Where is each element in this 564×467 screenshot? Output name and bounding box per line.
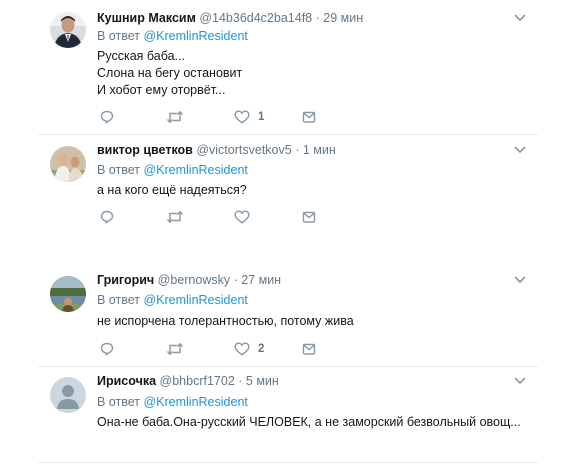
tweet-header: Кушнир Максим @14b36d4c2ba14f8 · 29 мин xyxy=(97,10,363,26)
tweet: виктор цветков @victortsvetkov5 · 1 мин … xyxy=(0,135,564,260)
heart-icon xyxy=(234,110,250,124)
retweet-icon xyxy=(166,110,184,124)
reply-context: В ответ @KremlinResident xyxy=(97,162,248,178)
reply-prefix: В ответ xyxy=(97,163,140,177)
avatar[interactable] xyxy=(50,276,86,312)
username[interactable]: @14b36d4c2ba14f8 xyxy=(199,11,312,25)
tweet: Григорич @bernowsky · 27 мин В ответ @Kr… xyxy=(0,266,564,366)
tweet-text-line: а на кого ещё надеяться? xyxy=(97,183,247,197)
chevron-down-icon[interactable] xyxy=(514,13,526,23)
envelope-icon xyxy=(302,343,316,355)
default-avatar-icon xyxy=(50,377,86,413)
avatar-photo xyxy=(50,146,86,182)
reply-context: В ответ @KremlinResident xyxy=(97,292,248,308)
heart-icon xyxy=(234,210,250,224)
reply-icon xyxy=(100,342,114,356)
tweet-text-line: Слона на бегу остановит xyxy=(97,66,243,80)
like-button[interactable]: 1 xyxy=(234,109,264,125)
retweet-button[interactable] xyxy=(166,209,184,225)
display-name[interactable]: виктор цветков xyxy=(97,143,193,157)
reply-prefix: В ответ xyxy=(97,395,140,409)
tweet-text-line: И хобот ему оторвёт... xyxy=(97,83,226,97)
direct-message-button[interactable] xyxy=(302,341,316,357)
tweet-text: не испорчена толерантностью, потому жива xyxy=(97,313,354,330)
username[interactable]: @bhbcrf1702 xyxy=(160,374,235,388)
username[interactable]: @bernowsky xyxy=(158,273,230,287)
reply-mention-link[interactable]: @KremlinResident xyxy=(143,395,247,409)
separator: · xyxy=(238,374,246,388)
like-button[interactable] xyxy=(234,209,250,225)
avatar[interactable] xyxy=(50,146,86,182)
chevron-down-icon[interactable] xyxy=(514,145,526,155)
tweet-text: Русская баба... Слона на бегу остановит … xyxy=(97,48,242,99)
chevron-down-icon[interactable] xyxy=(514,275,526,285)
retweet-button[interactable] xyxy=(166,109,184,125)
retweet-icon xyxy=(166,342,184,356)
timestamp[interactable]: 5 мин xyxy=(246,374,279,388)
heart-icon xyxy=(234,342,250,356)
reply-button[interactable] xyxy=(100,341,114,357)
tweet-text-line: Она-не баба.Она-русский ЧЕЛОВЕК, а не за… xyxy=(97,415,521,429)
reply-context: В ответ @KremlinResident xyxy=(97,394,248,410)
timestamp[interactable]: 27 мин xyxy=(241,273,281,287)
separator: · xyxy=(295,143,303,157)
reply-prefix: В ответ xyxy=(97,29,140,43)
tweet-header: Григорич @bernowsky · 27 мин xyxy=(97,272,281,288)
direct-message-button[interactable] xyxy=(302,209,316,225)
reply-context: В ответ @KremlinResident xyxy=(97,28,248,44)
reply-mention-link[interactable]: @KremlinResident xyxy=(143,293,247,307)
reply-prefix: В ответ xyxy=(97,293,140,307)
avatar[interactable] xyxy=(50,12,86,48)
reply-button[interactable] xyxy=(100,209,114,225)
avatar-photo xyxy=(50,276,86,312)
like-button[interactable]: 2 xyxy=(234,341,264,357)
envelope-icon xyxy=(302,211,316,223)
tweet-header: виктор цветков @victortsvetkov5 · 1 мин xyxy=(97,142,336,158)
tweet: Кушнир Максим @14b36d4c2ba14f8 · 29 мин … xyxy=(0,0,564,135)
username[interactable]: @victortsvetkov5 xyxy=(196,143,291,157)
reply-icon xyxy=(100,210,114,224)
display-name[interactable]: Григорич xyxy=(97,273,154,287)
tweet-text: а на кого ещё надеяться? xyxy=(97,182,247,199)
timestamp[interactable]: 29 мин xyxy=(323,11,363,25)
like-count: 1 xyxy=(258,111,265,123)
tweet: Ирисочка @bhbcrf1702 · 5 мин В ответ @Kr… xyxy=(0,367,564,467)
timestamp[interactable]: 1 мин xyxy=(303,143,336,157)
divider xyxy=(38,462,538,463)
display-name[interactable]: Кушнир Максим xyxy=(97,11,196,25)
reply-mention-link[interactable]: @KremlinResident xyxy=(143,163,247,177)
avatar[interactable] xyxy=(50,377,86,413)
tweet-text-line: не испорчена толерантностью, потому жива xyxy=(97,314,354,328)
avatar-photo xyxy=(50,12,86,48)
tweet-text: Она-не баба.Она-русский ЧЕЛОВЕК, а не за… xyxy=(97,414,521,431)
display-name[interactable]: Ирисочка xyxy=(97,374,156,388)
reply-icon xyxy=(100,110,114,124)
direct-message-button[interactable] xyxy=(302,109,316,125)
envelope-icon xyxy=(302,111,316,123)
reply-button[interactable] xyxy=(100,109,114,125)
chevron-down-icon[interactable] xyxy=(514,376,526,386)
retweet-button[interactable] xyxy=(166,341,184,357)
tweet-text-line: Русская баба... xyxy=(97,49,185,63)
retweet-icon xyxy=(166,210,184,224)
like-count: 2 xyxy=(258,343,265,355)
tweet-feed: Кушнир Максим @14b36d4c2ba14f8 · 29 мин … xyxy=(0,0,564,467)
tweet-header: Ирисочка @bhbcrf1702 · 5 мин xyxy=(97,373,279,389)
reply-mention-link[interactable]: @KremlinResident xyxy=(143,29,247,43)
